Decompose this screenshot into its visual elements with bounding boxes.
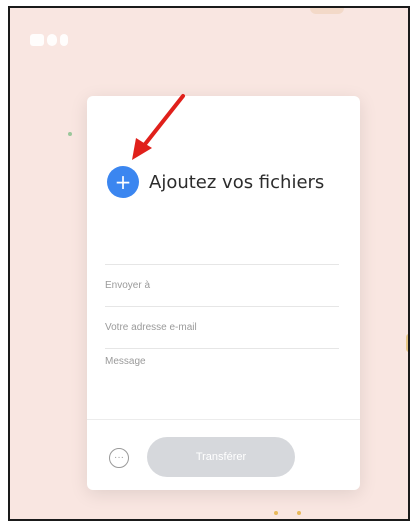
recipient-field[interactable]: Envoyer à [105,265,339,307]
more-options-icon[interactable]: ··· [109,448,129,468]
decorative-shape [406,334,408,352]
add-files-area[interactable]: + Ajoutez vos fichiers [107,166,324,198]
decorative-shape [310,8,344,14]
page-frame: + Ajoutez vos fichiers Envoyer à Votre a… [8,6,410,521]
message-field[interactable]: Message [105,356,339,416]
logo-mark-part [60,34,68,46]
decorative-dot [274,511,278,515]
decorative-dot [297,511,301,515]
brand-logo[interactable] [30,30,70,50]
plus-icon[interactable]: + [107,166,139,198]
add-files-label[interactable]: Ajoutez vos fichiers [149,172,324,193]
transfer-button[interactable]: Transférer [147,437,295,477]
annotation-arrow-icon [132,94,185,160]
decorative-dot [68,132,72,136]
email-field[interactable]: Votre adresse e-mail [105,307,339,349]
logo-mark-part [47,34,57,46]
divider [87,419,360,420]
logo-mark-part [30,34,44,46]
